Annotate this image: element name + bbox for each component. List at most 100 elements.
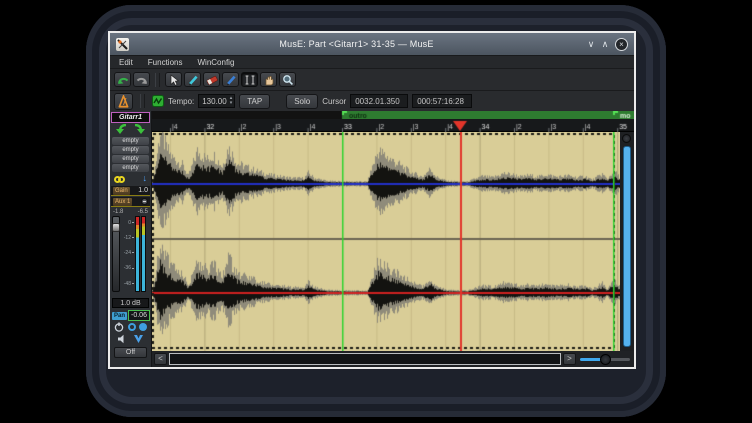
- metronome-button[interactable]: [114, 93, 133, 110]
- scroll-right-button[interactable]: >: [563, 353, 576, 365]
- scale-tick: -24: [124, 251, 134, 256]
- eraser-tool-button[interactable]: [203, 72, 220, 87]
- muse-part-editor-window: MusE: Part <Gitarr1> 31-35 — MusE ∨ ∧ × …: [108, 31, 636, 369]
- pencil-tool-button[interactable]: [184, 72, 201, 87]
- route-down-icon[interactable]: ↓: [143, 174, 148, 183]
- vscroll-knob[interactable]: [622, 134, 631, 143]
- pan-row: Pan -0.06: [111, 310, 150, 321]
- part-nav-row: [110, 123, 151, 136]
- maximize-icon[interactable]: ∧: [598, 39, 612, 50]
- pointer-icon: [168, 74, 179, 86]
- automation-off-button[interactable]: Off: [114, 347, 147, 358]
- draw-tool-button[interactable]: [222, 72, 239, 87]
- level-meter-right: [141, 216, 146, 292]
- minimize-icon[interactable]: ∨: [584, 39, 598, 50]
- effect-slot-3[interactable]: empty: [112, 155, 149, 163]
- level-meter-left: [135, 216, 140, 292]
- vertical-scrollbar[interactable]: [620, 132, 634, 351]
- stereo-circle-right: [118, 176, 125, 183]
- pointer-tool-button[interactable]: [165, 72, 182, 87]
- zoom-tool-button[interactable]: [279, 72, 296, 87]
- volume-display[interactable]: 1.0 dB: [112, 298, 149, 308]
- pan-value[interactable]: -0.06: [128, 310, 150, 321]
- menu-winconfig[interactable]: WinConfig: [197, 58, 234, 67]
- titlebar[interactable]: MusE: Part <Gitarr1> 31-35 — MusE ∨ ∧ ×: [110, 33, 634, 55]
- tempo-spinbox[interactable]: 130.00 ▴ ▾: [198, 94, 235, 108]
- eraser-icon: [206, 74, 218, 86]
- window-title: MusE: Part <Gitarr1> 31-35 — MusE: [129, 39, 584, 49]
- close-icon[interactable]: ×: [615, 38, 628, 51]
- zoom-slider[interactable]: [578, 353, 632, 365]
- vscroll-thumb[interactable]: [623, 146, 631, 347]
- toolbar-drag-handle[interactable]: [155, 73, 160, 87]
- volume-fader[interactable]: [112, 216, 120, 292]
- menu-edit[interactable]: Edit: [119, 58, 133, 67]
- tap-button[interactable]: TAP: [239, 94, 270, 109]
- fader-meter-block: 0 -12 -24 -36 -48: [110, 216, 151, 296]
- magnifier-icon: [282, 74, 294, 86]
- tempo-spin-arrows[interactable]: ▴ ▾: [230, 96, 235, 106]
- aux-send-row[interactable]: Aux 1: [111, 197, 150, 207]
- envelope-icon[interactable]: [133, 334, 144, 344]
- stereo-toggle-icon[interactable]: [114, 170, 125, 188]
- cursor-time-field[interactable]: 000:57:16:28: [412, 94, 472, 108]
- hscroll-trough[interactable]: [169, 353, 561, 365]
- scale-tick: -48: [124, 282, 134, 287]
- tempo-value[interactable]: 130.00: [199, 97, 229, 106]
- undo-button[interactable]: [114, 72, 131, 87]
- redo-icon: [136, 75, 148, 85]
- power-icon[interactable]: [114, 322, 124, 332]
- zoom-slider-fill: [580, 358, 602, 361]
- route-in-icon[interactable]: [114, 124, 129, 135]
- solo-button[interactable]: Solo: [286, 94, 318, 109]
- monitor-icon[interactable]: [139, 323, 147, 331]
- pan-tool-button[interactable]: [260, 72, 277, 87]
- tools-toolbar: [110, 68, 634, 90]
- tempo-label: Tempo:: [168, 97, 194, 106]
- zoom-slider-knob[interactable]: [600, 354, 611, 365]
- menu-functions[interactable]: Functions: [148, 58, 183, 67]
- fader-handle[interactable]: [112, 223, 120, 232]
- pencil-icon: [187, 74, 199, 86]
- toolbar-drag-handle[interactable]: [140, 94, 145, 108]
- stereo-row: ↓: [110, 172, 151, 185]
- part-name-header[interactable]: Gitarr1: [111, 112, 150, 123]
- tempo-enable-icon[interactable]: [152, 95, 164, 107]
- metronome-icon: [117, 95, 130, 108]
- scale-tick: -12: [124, 236, 134, 241]
- track-buttons-row-2: [110, 333, 151, 345]
- waveform-canvas[interactable]: [152, 132, 620, 351]
- record-icon[interactable]: [128, 323, 136, 331]
- peak-right-value: -6.5: [138, 209, 148, 215]
- effect-slot-2[interactable]: empty: [112, 146, 149, 154]
- editor-main: Gitarr1 empty empty empty empty: [110, 111, 634, 367]
- marker-strip[interactable]: [152, 111, 634, 119]
- aux-knob[interactable]: [141, 198, 148, 205]
- aux-label: Aux 1: [113, 198, 132, 206]
- blue-pencil-icon: [225, 74, 237, 86]
- speaker-icon[interactable]: [117, 334, 127, 344]
- scroll-left-button[interactable]: <: [154, 353, 167, 365]
- horizontal-scroll-row: < >: [152, 351, 634, 367]
- timeline-ruler[interactable]: [152, 119, 634, 132]
- spin-down-icon[interactable]: ▾: [230, 101, 233, 106]
- cursor-position-field[interactable]: 0032.01.350: [350, 94, 408, 108]
- app-icon[interactable]: [116, 38, 129, 51]
- gain-row[interactable]: Gain 1.0: [111, 186, 150, 196]
- fader-scale: 0 -12 -24 -36 -48: [121, 216, 134, 296]
- gain-value[interactable]: 1.0: [138, 187, 148, 194]
- pan-label: Pan: [112, 312, 127, 320]
- scale-tick: 0: [128, 221, 134, 226]
- route-out-icon[interactable]: [132, 124, 147, 135]
- range-tool-button[interactable]: [241, 72, 258, 87]
- meter-peak-values: -1.8 -6.5: [110, 207, 151, 216]
- stage: MusE: Part <Gitarr1> 31-35 — MusE ∨ ∧ × …: [0, 0, 752, 423]
- track-buttons-row-1: [110, 321, 151, 333]
- track-info-panel: Gitarr1 empty empty empty empty: [110, 111, 152, 367]
- redo-button[interactable]: [133, 72, 150, 87]
- effect-slot-1[interactable]: empty: [112, 137, 149, 145]
- gain-label: Gain: [113, 187, 130, 195]
- undo-icon: [117, 75, 129, 85]
- peak-left-value: -1.8: [113, 209, 123, 215]
- range-icon: [244, 74, 256, 86]
